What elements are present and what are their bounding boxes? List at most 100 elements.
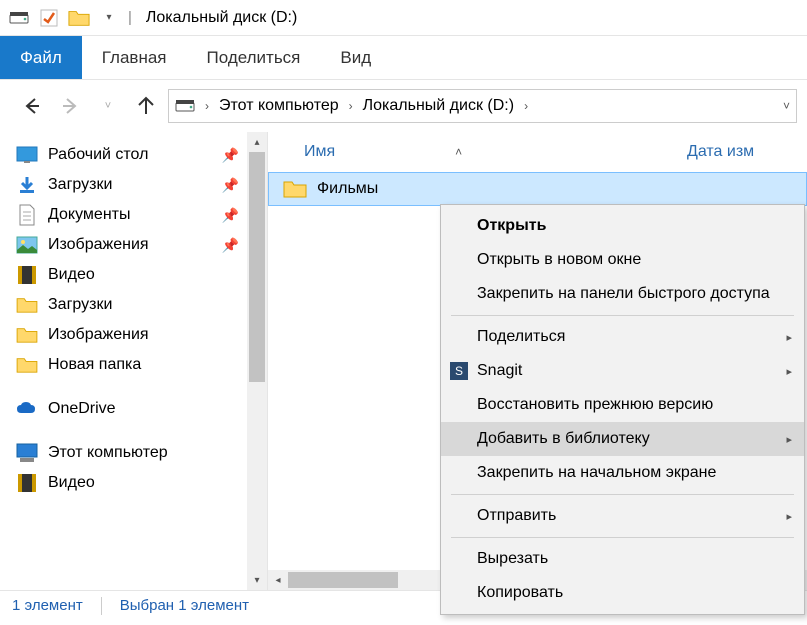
- ribbon-tab-file[interactable]: Файл: [0, 36, 82, 79]
- scroll-thumb[interactable]: [249, 152, 265, 382]
- tree-item-onedrive[interactable]: OneDrive: [16, 394, 263, 424]
- folder-icon: [16, 354, 38, 376]
- column-headers: Имя ˄ Дата изм: [268, 132, 807, 172]
- ctx-cut[interactable]: Вырезать: [441, 542, 804, 576]
- tree-scrollbar[interactable]: ▴ ▾: [247, 132, 267, 590]
- ctx-snagit[interactable]: S Snagit▸: [441, 354, 804, 388]
- video-icon: [16, 472, 38, 494]
- ctx-pin-quick-access[interactable]: Закрепить на панели быстрого доступа: [441, 277, 804, 311]
- drive-icon: [175, 98, 195, 114]
- ctx-copy[interactable]: Копировать: [441, 576, 804, 610]
- ctx-label: Открыть в новом окне: [477, 251, 641, 269]
- tree-item-new-folder[interactable]: Новая папка: [16, 350, 263, 380]
- tree-label: Рабочий стол: [48, 146, 212, 164]
- tree-item-downloads-folder[interactable]: Загрузки: [16, 290, 263, 320]
- tree-label: Загрузки: [48, 176, 212, 194]
- file-row[interactable]: Фильмы: [268, 172, 807, 206]
- scroll-left-icon[interactable]: ◂: [268, 570, 288, 590]
- drive-icon: [8, 9, 30, 27]
- chevron-right-icon[interactable]: ›: [201, 99, 213, 113]
- ctx-label: Закрепить на панели быстрого доступа: [477, 285, 770, 303]
- address-dropdown-icon[interactable]: ˅: [783, 99, 790, 113]
- sort-indicator-icon: ˄: [455, 145, 462, 159]
- nav-recent-dropdown[interactable]: ˅: [92, 90, 124, 122]
- tree-item-desktop[interactable]: Рабочий стол 📌: [16, 140, 263, 170]
- chevron-right-icon: ▸: [786, 365, 792, 378]
- chevron-right-icon[interactable]: ›: [520, 99, 532, 113]
- ribbon-tab-share[interactable]: Поделиться: [187, 36, 321, 79]
- ctx-label: Закрепить на начальном экране: [477, 464, 716, 482]
- tree-item-downloads[interactable]: Загрузки 📌: [16, 170, 263, 200]
- ctx-label: Отправить: [477, 507, 556, 525]
- tree-item-pictures[interactable]: Изображения 📌: [16, 230, 263, 260]
- ctx-send-to[interactable]: Отправить ▸: [441, 499, 804, 533]
- ctx-pin-start[interactable]: Закрепить на начальном экране: [441, 456, 804, 490]
- video-icon: [16, 264, 38, 286]
- nav-up-button[interactable]: [130, 90, 162, 122]
- tree-item-pc-video[interactable]: Видео: [16, 468, 263, 498]
- tree-label: Новая папка: [48, 356, 239, 374]
- desktop-icon: [16, 144, 38, 166]
- tree-item-pictures-folder[interactable]: Изображения: [16, 320, 263, 350]
- ctx-restore-version[interactable]: Восстановить прежнюю версию: [441, 388, 804, 422]
- snagit-icon: S: [449, 361, 469, 381]
- folder-icon: [16, 294, 38, 316]
- ctx-label: Открыть: [477, 217, 546, 235]
- folder-icon: [16, 324, 38, 346]
- qat-dropdown-icon[interactable]: ▾: [98, 9, 120, 27]
- onedrive-icon: [16, 398, 38, 420]
- qat-properties-icon[interactable]: [38, 9, 60, 27]
- column-name-label: Имя: [304, 143, 335, 161]
- tree-label: OneDrive: [48, 400, 239, 418]
- ctx-separator: [451, 537, 794, 538]
- ribbon-tab-view[interactable]: Вид: [320, 36, 391, 79]
- address-bar[interactable]: › Этот компьютер › Локальный диск (D:) ›…: [168, 89, 797, 123]
- ctx-label: Поделиться: [477, 328, 565, 346]
- nav-back-button[interactable]: [16, 90, 48, 122]
- breadcrumb-this-pc[interactable]: Этот компьютер: [219, 97, 339, 115]
- nav-forward-button[interactable]: [54, 90, 86, 122]
- window-title: Локальный диск (D:): [140, 9, 297, 27]
- ctx-label: Восстановить прежнюю версию: [477, 396, 713, 414]
- ribbon-tab-home[interactable]: Главная: [82, 36, 187, 79]
- tree-label: Загрузки: [48, 296, 239, 314]
- nav-row: ˅ › Этот компьютер › Локальный диск (D:)…: [0, 80, 807, 132]
- tree-label: Видео: [48, 474, 239, 492]
- tree-label: Изображения: [48, 236, 212, 254]
- status-item-count: 1 элемент: [12, 597, 83, 614]
- context-menu: Открыть Открыть в новом окне Закрепить н…: [440, 204, 805, 615]
- scroll-up-icon[interactable]: ▴: [247, 132, 267, 152]
- ctx-separator: [451, 494, 794, 495]
- svg-text:S: S: [455, 364, 463, 378]
- scroll-down-icon[interactable]: ▾: [247, 570, 267, 590]
- ctx-add-to-library[interactable]: Добавить в библиотеку▸: [441, 422, 804, 456]
- tree-label: Документы: [48, 206, 212, 224]
- folder-icon: [68, 9, 90, 27]
- breadcrumb-drive[interactable]: Локальный диск (D:): [363, 97, 514, 115]
- tree-label: Изображения: [48, 326, 239, 344]
- tree-item-this-pc[interactable]: Этот компьютер: [16, 438, 263, 468]
- pin-icon: 📌: [222, 237, 239, 254]
- chevron-right-icon[interactable]: ›: [345, 99, 357, 113]
- tree-item-video[interactable]: Видео: [16, 260, 263, 290]
- ctx-label: Добавить в библиотеку: [477, 430, 650, 448]
- chevron-right-icon: ▸: [786, 510, 792, 523]
- ctx-open-new-window[interactable]: Открыть в новом окне: [441, 243, 804, 277]
- navigation-tree: Рабочий стол 📌 Загрузки 📌 Документы 📌 Из…: [0, 132, 268, 590]
- ctx-open[interactable]: Открыть: [441, 209, 804, 243]
- ctx-separator: [451, 315, 794, 316]
- pin-icon: 📌: [222, 147, 239, 164]
- column-date[interactable]: Дата изм: [687, 143, 807, 161]
- column-name[interactable]: Имя ˄: [304, 143, 687, 161]
- tree-item-documents[interactable]: Документы 📌: [16, 200, 263, 230]
- status-selected: Выбран 1 элемент: [120, 597, 249, 614]
- ctx-share[interactable]: Поделиться ▸: [441, 320, 804, 354]
- tree-label: Этот компьютер: [48, 444, 239, 462]
- title-bar: ▾ | Локальный диск (D:): [0, 0, 807, 36]
- file-name: Фильмы: [317, 180, 378, 198]
- document-icon: [16, 204, 38, 226]
- chevron-right-icon: ▸: [786, 331, 792, 344]
- ctx-label: Копировать: [477, 584, 563, 602]
- status-separator: [101, 597, 102, 615]
- scroll-thumb[interactable]: [288, 572, 398, 588]
